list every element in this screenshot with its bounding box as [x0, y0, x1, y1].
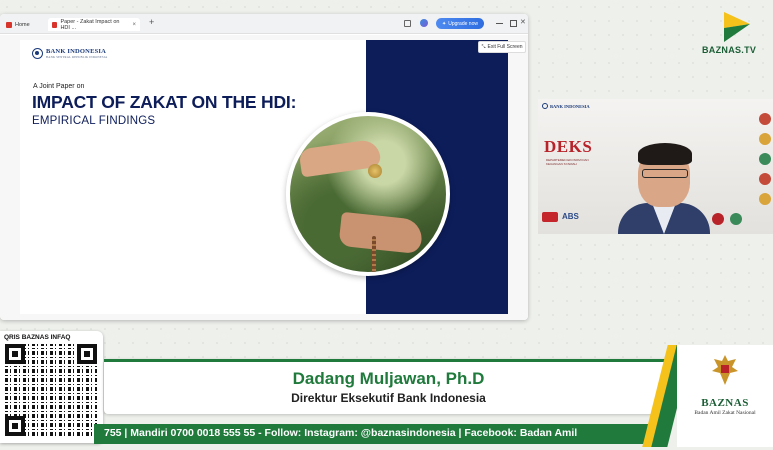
deks-logo: DEKS: [544, 137, 593, 156]
tab-paper[interactable]: Paper - Zakat Impact on HDI ... ×: [48, 18, 140, 31]
decor-circle: [759, 133, 771, 145]
baznas-logo-box: BAZNAS Badan Amil Zakat Nasional: [677, 345, 773, 447]
close-tab-icon[interactable]: ×: [132, 22, 136, 28]
tab-paper-label: Paper - Zakat Impact on HDI ...: [60, 18, 120, 31]
speaker-glasses: [642, 169, 688, 178]
receiving-hand: [338, 211, 424, 255]
bank-indonesia-logo-text: BANK INDONESIA: [46, 48, 107, 55]
baznas-name: BAZNAS: [701, 397, 749, 409]
qris-box: QRIS BAZNAS INFAQ: [0, 331, 103, 443]
decor-circle: [712, 213, 724, 225]
upgrade-button[interactable]: ✦ Upgrade now: [436, 18, 484, 29]
abs-logo: ABS: [562, 212, 579, 221]
sparkle-icon: ✦: [442, 20, 447, 27]
qr-finder: [5, 416, 25, 436]
slide-title: IMPACT OF ZAKAT ON THE HDI:: [32, 92, 297, 112]
video-bi-logo: BANK INDONESIA: [542, 103, 590, 109]
decor-circle: [759, 193, 771, 205]
copy-icon[interactable]: [404, 20, 411, 27]
giving-hands-photo: [286, 112, 450, 276]
qris-title: QRIS BAZNAS INFAQ: [4, 334, 71, 341]
coin: [368, 164, 382, 178]
copilot-icon[interactable]: [420, 19, 428, 27]
decor-circle: [759, 153, 771, 165]
exit-fullscreen-button[interactable]: ⤡ Exit Full Screen: [478, 41, 526, 53]
bank-indonesia-emblem-icon: [32, 48, 43, 59]
channel-name: BAZNAS.TV: [702, 45, 757, 55]
ticker-text: 755 | Mandiri 0700 0018 555 55 - Follow:…: [104, 427, 578, 439]
deks-subtitle: DEPARTEMEN EKONOMI DAN KEUANGAN SYARIAH: [546, 158, 589, 166]
tab-home-label: Home: [15, 21, 30, 28]
tab-home[interactable]: Home: [2, 18, 44, 31]
slide-subtitle: EMPIRICAL FINDINGS: [32, 115, 156, 127]
bank-indonesia-emblem-icon: [542, 103, 548, 109]
new-tab-button[interactable]: +: [149, 17, 154, 27]
maximize-icon[interactable]: [510, 20, 517, 27]
decor-circle: [759, 113, 771, 125]
event-badge: [542, 212, 558, 222]
baznas-full-name: Badan Amil Zakat Nasional: [694, 410, 756, 416]
pdf-icon: [52, 21, 58, 28]
slide: BANK INDONESIA BANK SENTRAL REPUBLIK IND…: [20, 40, 508, 314]
speaker-name: Dadang Muljawan, Ph.D: [292, 369, 485, 388]
tab-bar: Home Paper - Zakat Impact on HDI ... × +…: [0, 14, 528, 34]
news-ticker: 755 | Mandiri 0700 0018 555 55 - Follow:…: [94, 424, 660, 444]
decor-circle: [759, 173, 771, 185]
upgrade-label: Upgrade now: [448, 20, 478, 27]
bank-indonesia-logo: BANK INDONESIA BANK SENTRAL REPUBLIK IND…: [32, 48, 107, 59]
bank-indonesia-logo-sub: BANK SENTRAL REPUBLIK INDONESIA: [46, 55, 108, 59]
vivaldi-icon: [6, 21, 12, 28]
speaker-name-bar: Dadang Muljawan, Ph.D Direktur Eksekutif…: [104, 359, 673, 414]
close-window-icon[interactable]: ✕: [520, 18, 526, 26]
minimize-icon[interactable]: [496, 23, 503, 24]
speaker-video: BANK INDONESIA DEKS DEPARTEMEN EKONOMI D…: [538, 99, 773, 234]
video-bi-label: BANK INDONESIA: [550, 103, 590, 109]
browser-window: Home Paper - Zakat Impact on HDI ... × +…: [0, 14, 528, 320]
garuda-emblem-icon: [712, 355, 738, 385]
baznas-tv-logo-icon: [724, 12, 750, 42]
slide-kicker: A Joint Paper on: [33, 83, 85, 90]
exit-fullscreen-icon: ⤡: [481, 44, 486, 50]
speaker-role: Direktur Eksekutif Bank Indonesia: [291, 391, 486, 405]
prayer-beads: [372, 236, 376, 272]
qr-finder: [5, 344, 25, 364]
decor-circle: [730, 213, 742, 225]
speaker-hair: [638, 143, 692, 165]
exit-fullscreen-label: Exit Full Screen: [487, 44, 523, 50]
qr-finder: [77, 344, 97, 364]
